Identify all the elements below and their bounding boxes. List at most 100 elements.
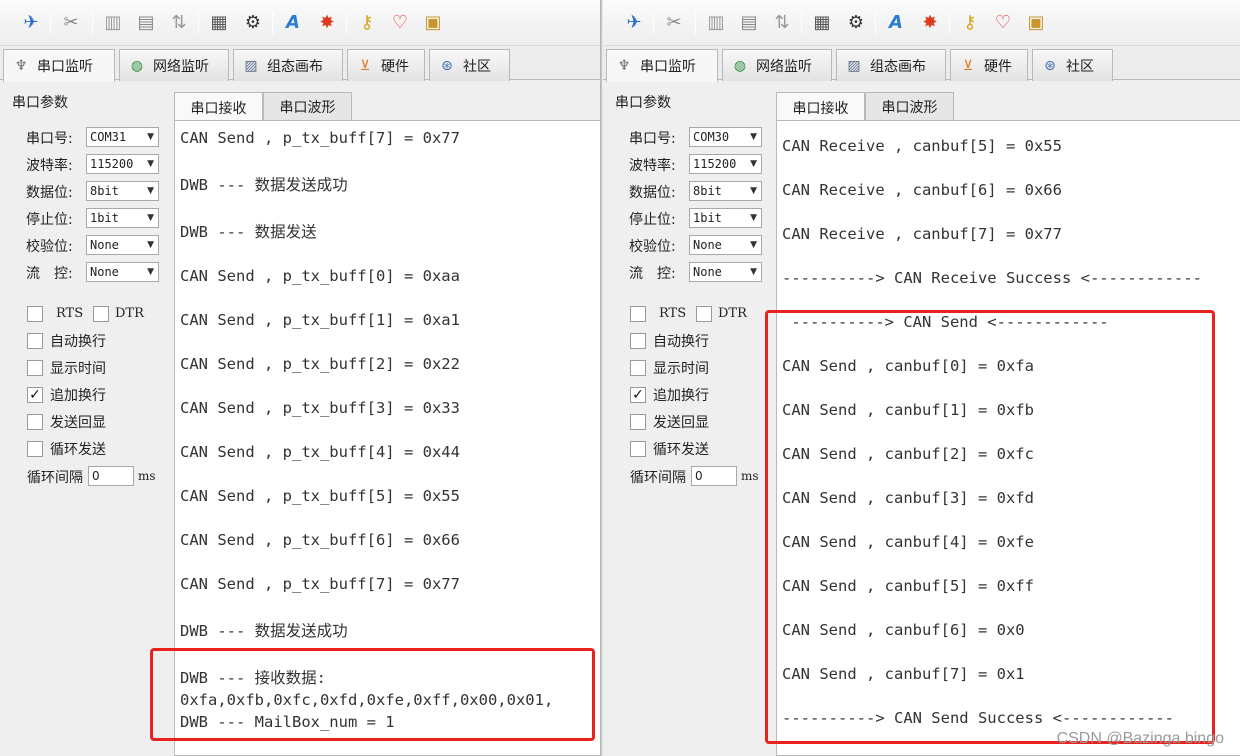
tools-icon[interactable]: ⚙	[240, 10, 266, 36]
ms-unit: ms	[138, 469, 156, 483]
dtr-label: DTR	[115, 306, 144, 321]
left-serial-panel: ✈ ✂ ▥ ▤ ⇅ ▦ ⚙ A ✸ ⚷ ♡ ▣ ♆ 串口监听 ◍ 网络监听 ▨ …	[0, 0, 600, 756]
receive-text-area[interactable]: CAN Send , p_tx_buff[7] = 0x77 DWB --- 数…	[174, 120, 600, 756]
port-select[interactable]: COM30 ▼	[689, 127, 762, 147]
tab-serial-receive[interactable]: 串口接收	[776, 92, 865, 122]
receive-line: CAN Send , p_tx_buff[1] = 0xa1	[180, 311, 460, 329]
flow-select[interactable]: None ▼	[86, 262, 159, 282]
tools-icon[interactable]: ⚙	[843, 10, 869, 36]
tab-serial-wave[interactable]: 串口波形	[263, 92, 352, 121]
rts-checkbox[interactable]	[27, 306, 43, 322]
layout-icon[interactable]: ▥	[703, 10, 729, 36]
layout-icon[interactable]: ▥	[100, 10, 126, 36]
connect-icon[interactable]: ✈	[621, 10, 647, 36]
book-icon[interactable]: ▣	[420, 10, 446, 36]
receive-line: CAN Send , canbuf[7] = 0x1	[782, 665, 1025, 683]
loop-interval-input[interactable]: 0	[691, 466, 737, 486]
tab-community[interactable]: ⊛ 社区	[429, 49, 510, 81]
sort-icon[interactable]: ⇅	[166, 10, 192, 36]
tab-canvas[interactable]: ▨ 组态画布	[836, 49, 946, 81]
show-time-checkbox[interactable]	[630, 360, 646, 376]
baud-row: 波特率: 115200 ▼	[629, 154, 764, 174]
window-icon[interactable]: ▤	[736, 10, 762, 36]
auto-wrap-checkbox[interactable]	[630, 333, 646, 349]
key-icon[interactable]: ⚷	[354, 10, 380, 36]
receive-line: DWB --- 数据发送成功	[180, 622, 348, 640]
main-tabs: ♆ 串口监听 ◍ 网络监听 ▨ 组态画布 ⊻ 硬件 ⊛ 社区	[603, 46, 1240, 82]
toolbar-separator	[272, 12, 273, 34]
calculator-icon[interactable]: ▦	[809, 10, 835, 36]
community-icon: ⊛	[441, 57, 453, 74]
settings-icon[interactable]: ✂	[661, 10, 687, 36]
baud-select[interactable]: 115200 ▼	[86, 154, 159, 174]
tab-network-monitor[interactable]: ◍ 网络监听	[722, 49, 832, 81]
heart-icon[interactable]: ♡	[387, 10, 413, 36]
font-icon[interactable]: A	[280, 10, 306, 36]
receive-text-area[interactable]: CAN Receive , canbuf[5] = 0x55 CAN Recei…	[776, 120, 1240, 756]
sort-icon[interactable]: ⇅	[769, 10, 795, 36]
parity-value: None	[693, 238, 722, 252]
auto-wrap-checkbox[interactable]	[27, 333, 43, 349]
loop-interval-input[interactable]: 0	[88, 466, 134, 486]
key-icon[interactable]: ⚷	[957, 10, 983, 36]
auto-wrap-label: 自动换行	[50, 334, 106, 350]
echo-label: 发送回显	[50, 415, 106, 431]
tab-serial-monitor[interactable]: ♆ 串口监听	[606, 49, 718, 82]
tab-serial-monitor[interactable]: ♆ 串口监听	[3, 49, 115, 82]
receive-line: CAN Send , p_tx_buff[0] = 0xaa	[180, 267, 460, 285]
echo-checkbox[interactable]	[27, 414, 43, 430]
toolbar-separator	[92, 12, 93, 34]
loop-send-checkbox[interactable]	[27, 441, 43, 457]
flow-select[interactable]: None ▼	[689, 262, 762, 282]
show-time-checkbox[interactable]	[27, 360, 43, 376]
append-newline-checkbox[interactable]: ✓	[630, 387, 646, 403]
community-icon: ⊛	[1044, 57, 1056, 74]
databits-select[interactable]: 8bit ▼	[689, 181, 762, 201]
tab-serial-receive[interactable]: 串口接收	[174, 92, 263, 122]
tab-canvas[interactable]: ▨ 组态画布	[233, 49, 343, 81]
receive-tabs: 串口接收 串口波形	[174, 92, 364, 122]
heart-icon[interactable]: ♡	[990, 10, 1016, 36]
port-select[interactable]: COM31 ▼	[86, 127, 159, 147]
databits-select[interactable]: 8bit ▼	[86, 181, 159, 201]
chevron-down-icon: ▼	[147, 132, 154, 142]
parity-select[interactable]: None ▼	[86, 235, 159, 255]
show-time-label: 显示时间	[50, 361, 106, 377]
toolbar-separator	[695, 12, 696, 34]
loop-send-checkbox[interactable]	[630, 441, 646, 457]
parity-select[interactable]: None ▼	[689, 235, 762, 255]
stopbits-select[interactable]: 1bit ▼	[86, 208, 159, 228]
tab-hardware[interactable]: ⊻ 硬件	[950, 49, 1028, 81]
window-icon[interactable]: ▤	[133, 10, 159, 36]
calculator-icon[interactable]: ▦	[206, 10, 232, 36]
tab-network-monitor[interactable]: ◍ 网络监听	[119, 49, 229, 81]
dtr-checkbox[interactable]	[93, 306, 109, 322]
stopbits-row: 停止位: 1bit ▼	[629, 208, 764, 228]
loop-interval-label: 循环间隔	[27, 470, 83, 486]
stopbits-label: 停止位:	[629, 212, 676, 228]
receive-line: DWB --- 数据发送成功	[180, 176, 348, 194]
receive-line: CAN Send , canbuf[2] = 0xfc	[782, 445, 1034, 463]
microphone-icon: ♆	[14, 58, 28, 74]
receive-line: CAN Send , canbuf[0] = 0xfa	[782, 357, 1034, 375]
book-icon[interactable]: ▣	[1023, 10, 1049, 36]
tab-community[interactable]: ⊛ 社区	[1032, 49, 1113, 81]
chevron-down-icon: ▼	[147, 159, 154, 169]
fire-icon[interactable]: ✸	[314, 10, 340, 36]
tab-hardware[interactable]: ⊻ 硬件	[347, 49, 425, 81]
stopbits-select[interactable]: 1bit ▼	[689, 208, 762, 228]
echo-checkbox[interactable]	[630, 414, 646, 430]
baud-select[interactable]: 115200 ▼	[689, 154, 762, 174]
rts-checkbox[interactable]	[630, 306, 646, 322]
font-icon[interactable]: A	[883, 10, 909, 36]
dtr-checkbox[interactable]	[696, 306, 712, 322]
databits-row: 数据位: 8bit ▼	[26, 181, 161, 201]
append-newline-checkbox[interactable]: ✓	[27, 387, 43, 403]
receive-line: 0xfa,0xfb,0xfc,0xfd,0xfe,0xff,0x00,0x01,	[180, 691, 554, 709]
settings-icon[interactable]: ✂	[58, 10, 84, 36]
receive-line: CAN Send , p_tx_buff[7] = 0x77	[180, 575, 460, 593]
connect-icon[interactable]: ✈	[18, 10, 44, 36]
fire-icon[interactable]: ✸	[917, 10, 943, 36]
tab-serial-wave[interactable]: 串口波形	[865, 92, 954, 121]
port-row: 串口号: COM30 ▼	[629, 127, 764, 147]
